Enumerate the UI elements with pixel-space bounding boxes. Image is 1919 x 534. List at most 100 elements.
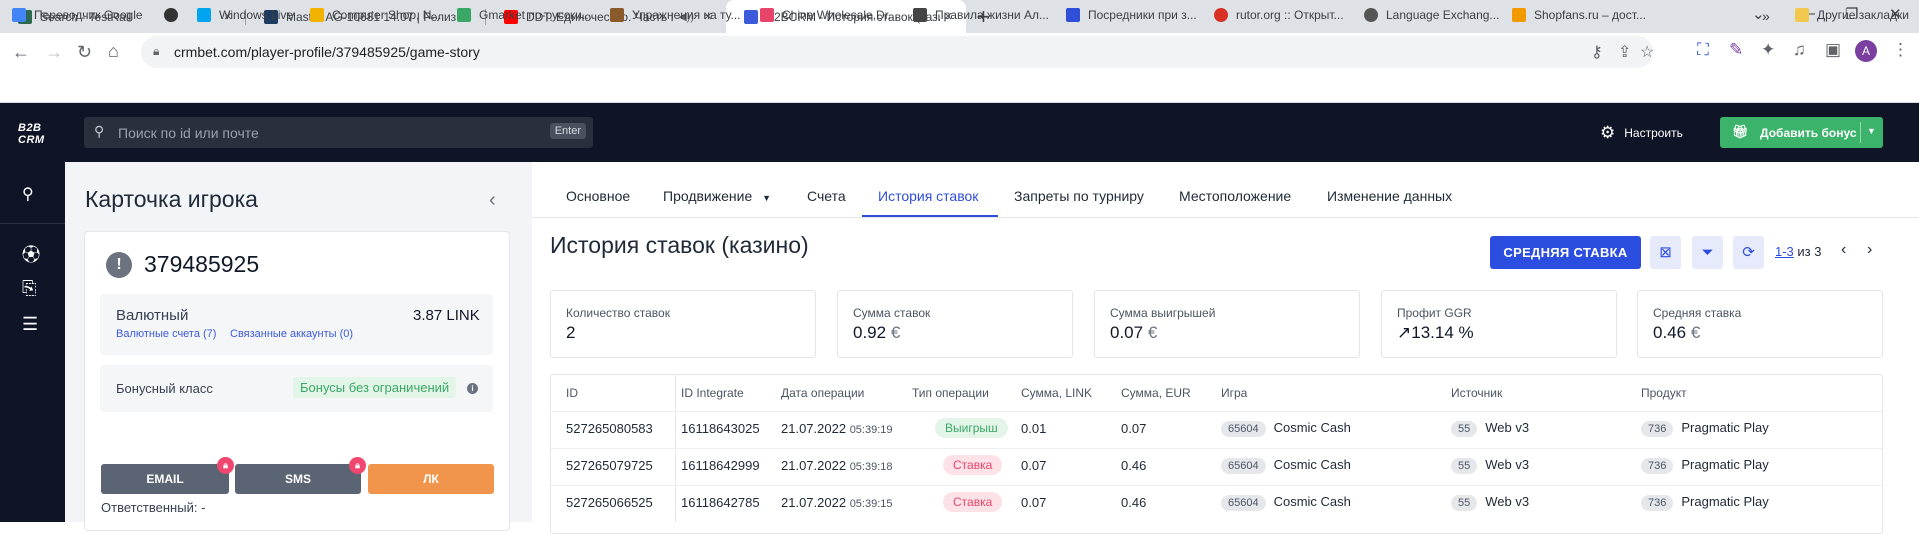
cell-id[interactable]: 527265079725 — [566, 458, 653, 473]
bookmark-star-icon[interactable]: ☆ — [1640, 42, 1654, 62]
home-icon[interactable]: ⌂ — [108, 41, 119, 62]
cell-game-name: Cosmic Cash — [1273, 494, 1351, 509]
person-icon — [610, 8, 624, 22]
operation-type-badge: Ставка — [943, 455, 1003, 475]
average-bet-button[interactable]: СРЕДНЯЯ СТАВКА — [1490, 236, 1641, 269]
tab-tournament-bans[interactable]: Запреты по турниру — [1014, 188, 1144, 204]
reload-icon[interactable]: ↻ — [77, 42, 92, 63]
bookmark-item[interactable]: Gmarket по-русски... — [457, 8, 592, 22]
refresh-icon[interactable]: ⟳ — [1733, 236, 1764, 269]
bookmark-label: Упражнения на ту... — [632, 8, 741, 22]
bookmark-item[interactable]: rutor.org :: Открыт... — [1214, 8, 1344, 22]
cell-product-id-chip: 736 — [1641, 495, 1674, 511]
warning-icon: ! — [106, 252, 132, 278]
search-input[interactable]: ⚲ Поиск по id или почте Enter — [84, 117, 593, 148]
bookmark-item[interactable]: China Wholesale,Dr... — [760, 8, 898, 22]
tab-location[interactable]: Местоположение — [1179, 188, 1291, 204]
dhgate-icon — [760, 8, 774, 22]
stat-value: 2 — [566, 323, 575, 343]
media-control-icon[interactable]: ♫ — [1793, 40, 1806, 60]
pagination-info: 1-3 из 3 — [1775, 244, 1822, 259]
forward-icon[interactable]: → — [45, 42, 63, 63]
column-header-product[interactable]: Продукт — [1641, 386, 1687, 400]
add-bonus-button[interactable]: 🎁︎ Добавить бонус ▼ — [1720, 117, 1883, 148]
cell-id[interactable]: 527265066525 — [566, 495, 653, 510]
address-bar[interactable]: 🔒︎ crmbet.com/player-profile/379485925/g… — [141, 36, 1654, 68]
column-header-source[interactable]: Источник — [1451, 386, 1502, 400]
email-button[interactable]: EMAIL 🔒︎ — [101, 457, 234, 494]
column-header-type[interactable]: Тип операции — [912, 386, 989, 400]
profile-avatar[interactable]: A — [1855, 40, 1877, 62]
cell-source-name: Web v3 — [1485, 420, 1530, 435]
bookmark-label: Правила жизни Ал... — [935, 8, 1049, 22]
tab-accounts[interactable]: Счета — [807, 188, 846, 204]
bookmark-item[interactable]: Windows Live — [197, 8, 293, 22]
chevron-down-icon[interactable]: ▼ — [1867, 126, 1876, 136]
column-header-sum-link[interactable]: Сумма, LINK — [1021, 386, 1092, 400]
tab-promotion[interactable]: Продвижение ▼ — [663, 188, 771, 204]
crm-favicon-icon — [744, 9, 758, 24]
search-icon: ⚲ — [94, 123, 105, 139]
cell-product-id-chip: 736 — [1641, 421, 1674, 437]
cell-sum-link: 0.07 — [1021, 458, 1047, 473]
share-icon[interactable]: ⇪ — [1618, 42, 1631, 62]
column-header-id-integrate[interactable]: ID Integrate — [681, 386, 744, 400]
column-header-date[interactable]: Дата операции — [781, 386, 864, 400]
bookmark-item[interactable]: Переводчик Google — [12, 8, 143, 22]
prev-page-icon[interactable]: ‹ — [1841, 241, 1846, 259]
cell-game: 65604 Cosmic Cash — [1221, 494, 1351, 511]
soccer-ball-icon[interactable]: ⚽︎ — [22, 241, 40, 267]
bookmark-item[interactable]: Computer Shop, N... — [310, 8, 441, 22]
stat-card: Профит GGR ↗13.14 % — [1381, 290, 1617, 358]
lk-button[interactable]: ЛК — [368, 464, 494, 494]
column-header-sum-eur[interactable]: Сумма, EUR — [1121, 386, 1191, 400]
sms-button[interactable]: SMS 🔒︎ — [235, 457, 366, 494]
side-panel-icon[interactable]: ▣ — [1825, 40, 1841, 60]
back-icon[interactable]: ← — [12, 42, 30, 63]
filter-icon[interactable]: ⏷ — [1692, 236, 1723, 269]
pen-extension-icon[interactable]: ✎ — [1729, 40, 1743, 60]
forum-icon — [1066, 8, 1080, 22]
next-page-icon[interactable]: › — [1867, 241, 1872, 259]
tab-data-changes[interactable]: Изменение данных — [1327, 188, 1452, 204]
column-header-id[interactable]: ID — [566, 386, 578, 400]
bookmark-item[interactable]: Language Exchang... — [1364, 8, 1499, 22]
other-bookmarks[interactable]: Другие закладки — [1795, 8, 1909, 22]
collapse-panel-icon[interactable]: ‹ — [489, 189, 496, 212]
cell-date: 21.07.2022 05:39:18 — [781, 458, 893, 473]
gift-icon: 🎁︎ — [1732, 124, 1749, 139]
extensions-puzzle-icon[interactable]: ✦ — [1761, 40, 1775, 60]
caret-down-icon: ▼ — [762, 193, 772, 203]
document-upload-icon[interactable]: ⎘ — [22, 278, 36, 299]
info-icon[interactable]: i — [467, 383, 478, 394]
app-logo[interactable]: B2B CRM — [18, 122, 45, 146]
bookmark-item[interactable]: Правила жизни Ал... — [913, 8, 1049, 22]
url-text[interactable]: crmbet.com/player-profile/379485925/game… — [174, 44, 480, 60]
cell-id[interactable]: 527265080583 — [566, 421, 653, 436]
settings-label: Настроить — [1624, 126, 1683, 140]
bookmark-item[interactable]: Упражнения на ту... — [610, 8, 741, 22]
bookmark-item[interactable] — [164, 8, 186, 22]
stat-value: 0.07 € — [1110, 323, 1157, 343]
browser-menu-icon[interactable]: ⋮ — [1892, 40, 1909, 60]
list-icon[interactable]: ☰ — [22, 314, 38, 335]
windows-icon — [197, 8, 211, 22]
column-header-game[interactable]: Игра — [1221, 386, 1247, 400]
currency-accounts-link[interactable]: Валютные счета (7) — [116, 328, 216, 340]
bookmark-item[interactable]: Посредники при з... — [1066, 8, 1197, 22]
more-bookmarks-icon[interactable]: » — [1762, 8, 1770, 24]
stat-label: Сумма ставок — [853, 306, 931, 320]
export-excel-icon[interactable]: ⊠ — [1650, 236, 1681, 269]
cell-game: 65604 Cosmic Cash — [1221, 457, 1351, 474]
bookmark-item[interactable]: Shopfans.ru – дост... — [1512, 8, 1646, 22]
pagination-range[interactable]: 1-3 — [1775, 244, 1794, 259]
key-icon[interactable]: ⚷ — [1591, 42, 1603, 62]
search-icon[interactable]: ⚲ — [22, 184, 34, 204]
tab-main[interactable]: Основное — [566, 188, 630, 204]
translate-extension-icon[interactable]: ⛶ — [1697, 40, 1709, 60]
tab-bet-history[interactable]: История ставок — [878, 188, 978, 204]
settings-button[interactable]: ⚙ Настроить — [1600, 123, 1683, 143]
linked-accounts-link[interactable]: Связанные аккаунты (0) — [230, 328, 353, 340]
stat-card: Количество ставок 2 — [550, 290, 816, 358]
cell-id-integrate: 16118643025 — [681, 421, 760, 436]
